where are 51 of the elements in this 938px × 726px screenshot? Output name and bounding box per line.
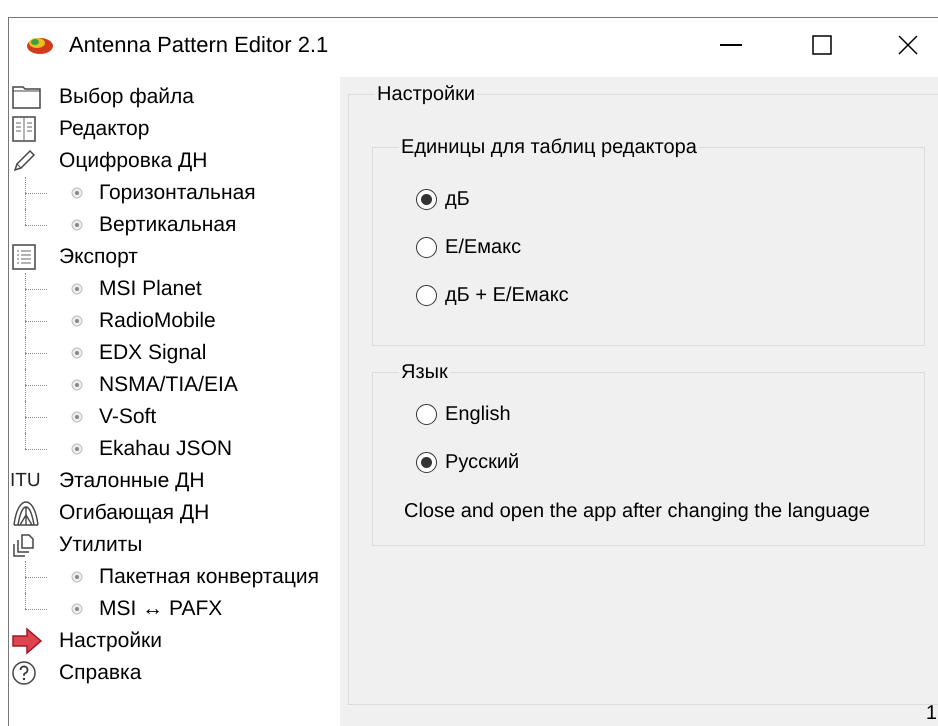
maximize-icon	[812, 35, 832, 55]
radio-label[interactable]: Русский	[445, 450, 520, 474]
window-title: Antenna Pattern Editor 2.1	[69, 32, 328, 58]
radio-label[interactable]: дБ + Е/Емакс	[445, 284, 569, 306]
radio-button[interactable]	[416, 452, 437, 472]
minimize-icon	[720, 44, 742, 46]
tree-item[interactable]: Огибающая ДН	[57, 500, 212, 526]
tree-item[interactable]: Ekahau JSON	[97, 436, 234, 462]
bullet-icon	[71, 219, 83, 231]
close-icon	[898, 35, 918, 55]
tree-item[interactable]: Вертикальная	[97, 212, 238, 238]
bullet-icon	[71, 347, 83, 359]
bullet-icon	[71, 411, 83, 423]
radio-label[interactable]: English	[445, 402, 511, 426]
radio-button[interactable]	[416, 284, 437, 306]
group-title: Единицы для таблиц редактора	[400, 136, 698, 159]
tree-item[interactable]: Выбор файла	[57, 84, 196, 110]
antenna-pattern-icon	[11, 499, 41, 527]
tree-item[interactable]: Оцифровка ДН	[57, 148, 210, 174]
tree-item[interactable]: Эталонные ДН	[57, 468, 207, 494]
tree-item[interactable]: NSMA/TIA/EIA	[97, 372, 240, 398]
bullet-icon	[71, 443, 83, 455]
group-title: Настройки	[376, 83, 476, 106]
radio-button[interactable]	[416, 404, 437, 424]
tree-item[interactable]: RadioMobile	[97, 308, 218, 334]
note-text: Close and open the app after changing the language	[403, 499, 871, 524]
arrow-icon	[11, 627, 43, 655]
tree-item[interactable]: V-Soft	[97, 404, 158, 430]
tree-item[interactable]: Настройки	[57, 628, 164, 654]
bullet-icon	[71, 315, 83, 327]
bullet-icon	[71, 603, 83, 615]
radio-button[interactable]	[416, 188, 437, 210]
itu-icon: ITU	[10, 470, 41, 492]
tree-item[interactable]: EDX Signal	[97, 340, 208, 366]
tree-item[interactable]: Редактор	[57, 116, 152, 142]
tree-item[interactable]: Экспорт	[57, 244, 140, 270]
tree-item[interactable]: Справка	[57, 660, 144, 686]
corner-number: 1	[926, 702, 937, 725]
tree-item[interactable]: Утилиты	[57, 532, 144, 558]
group-title: Язык	[400, 361, 449, 384]
bullet-icon	[71, 283, 83, 295]
tree-item[interactable]: MSI Planet	[97, 276, 204, 302]
bullet-icon	[71, 571, 83, 583]
tree-item[interactable]: MSI ↔ PAFX	[97, 596, 224, 622]
radio-label[interactable]: дБ	[445, 188, 470, 210]
radio-label[interactable]: Е/Емакс	[445, 236, 522, 258]
bullet-icon	[71, 379, 83, 391]
bullet-icon	[71, 187, 83, 199]
tree-item[interactable]: Горизонтальная	[97, 180, 258, 206]
tree-item[interactable]: Пакетная конвертация	[97, 564, 321, 590]
radio-button[interactable]	[416, 236, 437, 258]
